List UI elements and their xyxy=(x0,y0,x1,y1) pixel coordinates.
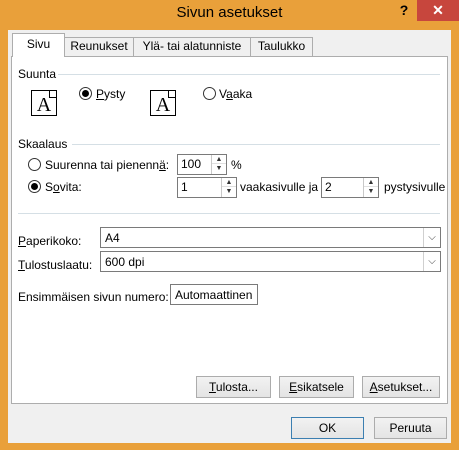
title-bar[interactable]: Sivun asetukset ? ✕ xyxy=(0,0,459,30)
adjust-percent-stepper[interactable]: 100 ▲ ▼ xyxy=(177,154,227,175)
cancel-button[interactable]: Peruuta xyxy=(374,417,447,439)
spin-down-icon[interactable]: ▼ xyxy=(364,187,378,196)
tab-strip: Sivu Reunukset Ylä- tai alatunniste Taul… xyxy=(8,30,451,57)
print-button[interactable]: Tulosta... xyxy=(196,376,271,398)
print-preview-button[interactable]: Esikatsele xyxy=(279,376,354,398)
spin-down-icon[interactable]: ▼ xyxy=(212,164,226,173)
pages-tall-label: pystysivulle xyxy=(384,180,446,194)
fit-label[interactable]: Sovita: xyxy=(45,180,82,194)
ok-button[interactable]: OK xyxy=(291,417,364,439)
chevron-down-icon[interactable]: ⌵ xyxy=(423,228,440,247)
orientation-divider xyxy=(58,74,440,75)
landscape-label[interactable]: Vaaka xyxy=(219,87,252,101)
portrait-page-icon: A xyxy=(31,90,57,116)
first-page-number-label: Ensimmäisen sivun numero: xyxy=(18,290,169,304)
print-quality-select[interactable]: 600 dpi ⌵ xyxy=(100,251,441,272)
spin-up-icon[interactable]: ▲ xyxy=(364,178,378,187)
fit-pages-wide-value[interactable]: 1 xyxy=(181,180,188,194)
print-quality-label: Tulostuslaatu: xyxy=(18,258,93,272)
scaling-divider xyxy=(72,144,440,145)
page-setup-dialog: Sivun asetukset ? ✕ Sivu Reunukset Ylä- … xyxy=(0,0,459,450)
adjust-radio[interactable] xyxy=(28,158,41,171)
landscape-radio[interactable] xyxy=(203,87,216,100)
scaling-group-label: Skaalaus xyxy=(18,137,68,151)
chevron-down-icon[interactable]: ⌵ xyxy=(423,252,440,271)
adjust-percent-value[interactable]: 100 xyxy=(181,157,201,171)
fit-radio[interactable] xyxy=(28,180,41,193)
help-button[interactable]: ? xyxy=(391,0,417,21)
spin-up-icon[interactable]: ▲ xyxy=(222,178,236,187)
tab-sheet[interactable]: Taulukko xyxy=(250,37,313,56)
first-page-number-input[interactable]: Automaattinen xyxy=(170,284,258,305)
tab-panel-page: Suunta A Pysty A Vaaka Skaalaus Suurenna… xyxy=(11,56,448,404)
section-divider xyxy=(18,213,440,214)
portrait-radio[interactable] xyxy=(79,87,92,100)
close-icon[interactable]: ✕ xyxy=(417,0,459,21)
fit-pages-tall-stepper[interactable]: 2 ▲ ▼ xyxy=(321,177,379,198)
pages-wide-label: vaakasivulle ja xyxy=(240,180,319,194)
portrait-label[interactable]: Pysty xyxy=(96,87,125,101)
orientation-group-label: Suunta xyxy=(18,67,57,81)
tab-page[interactable]: Sivu xyxy=(12,33,65,57)
fit-pages-tall-value[interactable]: 2 xyxy=(325,180,332,194)
options-button[interactable]: Asetukset... xyxy=(362,376,440,398)
landscape-page-icon: A xyxy=(150,90,176,116)
dialog-body: Sivu Reunukset Ylä- tai alatunniste Taul… xyxy=(8,30,451,443)
tab-margins[interactable]: Reunukset xyxy=(64,37,134,56)
spin-up-icon[interactable]: ▲ xyxy=(212,155,226,164)
percent-unit: % xyxy=(231,158,242,172)
adjust-label[interactable]: Suurenna tai pienennä: xyxy=(45,158,169,172)
fit-pages-wide-stepper[interactable]: 1 ▲ ▼ xyxy=(177,177,237,198)
paper-size-select[interactable]: A4 ⌵ xyxy=(100,227,441,248)
tab-header-footer[interactable]: Ylä- tai alatunniste xyxy=(133,37,251,56)
paper-size-label: Paperikoko: xyxy=(18,234,82,248)
spin-down-icon[interactable]: ▼ xyxy=(222,187,236,196)
